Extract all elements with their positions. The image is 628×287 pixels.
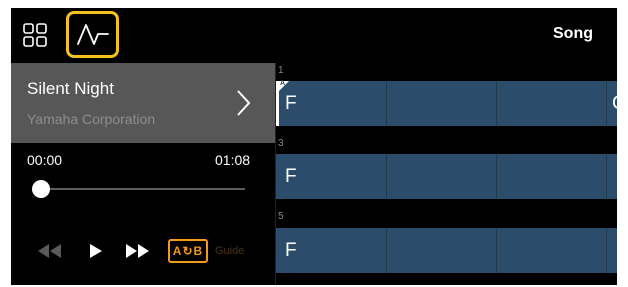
song-selector[interactable]: Silent Night Yamaha Corporation: [11, 63, 275, 143]
beat-divider: [496, 228, 497, 273]
seek-thumb[interactable]: [32, 180, 50, 198]
chord-label: C: [612, 93, 617, 115]
song-name: Silent Night: [27, 79, 114, 98]
waveform-button[interactable]: [66, 11, 119, 58]
beat-divider: [606, 228, 607, 273]
beat-divider: [496, 154, 497, 199]
seek-bar[interactable]: [41, 188, 245, 190]
guide-button[interactable]: Guide: [215, 245, 244, 257]
chord-label: F: [285, 93, 297, 114]
waveform-icon: [77, 24, 109, 45]
chord-label: F: [285, 166, 297, 187]
app-window: Song Silent Night Yamaha Corporation 00:…: [11, 8, 617, 285]
fast-forward-icon[interactable]: [125, 244, 151, 258]
chord-row[interactable]: F: [276, 154, 617, 199]
chord-label: F: [285, 240, 297, 261]
page-title: Song: [553, 25, 593, 42]
rewind-icon[interactable]: [37, 244, 63, 258]
chevron-right-icon: [237, 90, 251, 116]
chord-row[interactable]: F C: [276, 81, 617, 126]
ab-repeat-button[interactable]: A↻B: [168, 239, 208, 263]
total-time: 01:08: [215, 152, 251, 168]
beat-divider: [606, 154, 607, 199]
section-label: A: [280, 80, 286, 87]
beat-divider: [496, 81, 497, 126]
measure-number: 5: [278, 211, 284, 222]
beat-divider: [386, 81, 387, 126]
song-artist: Yamaha Corporation: [27, 111, 156, 127]
grid-icon[interactable]: [23, 23, 47, 47]
current-time: 00:00: [27, 152, 63, 168]
beat-divider: [606, 81, 607, 126]
measure-number: 3: [278, 138, 284, 149]
beat-divider: [386, 154, 387, 199]
play-icon[interactable]: [89, 244, 103, 258]
beat-divider: [386, 228, 387, 273]
chord-row[interactable]: F: [276, 228, 617, 273]
measure-number: 1: [278, 65, 284, 76]
